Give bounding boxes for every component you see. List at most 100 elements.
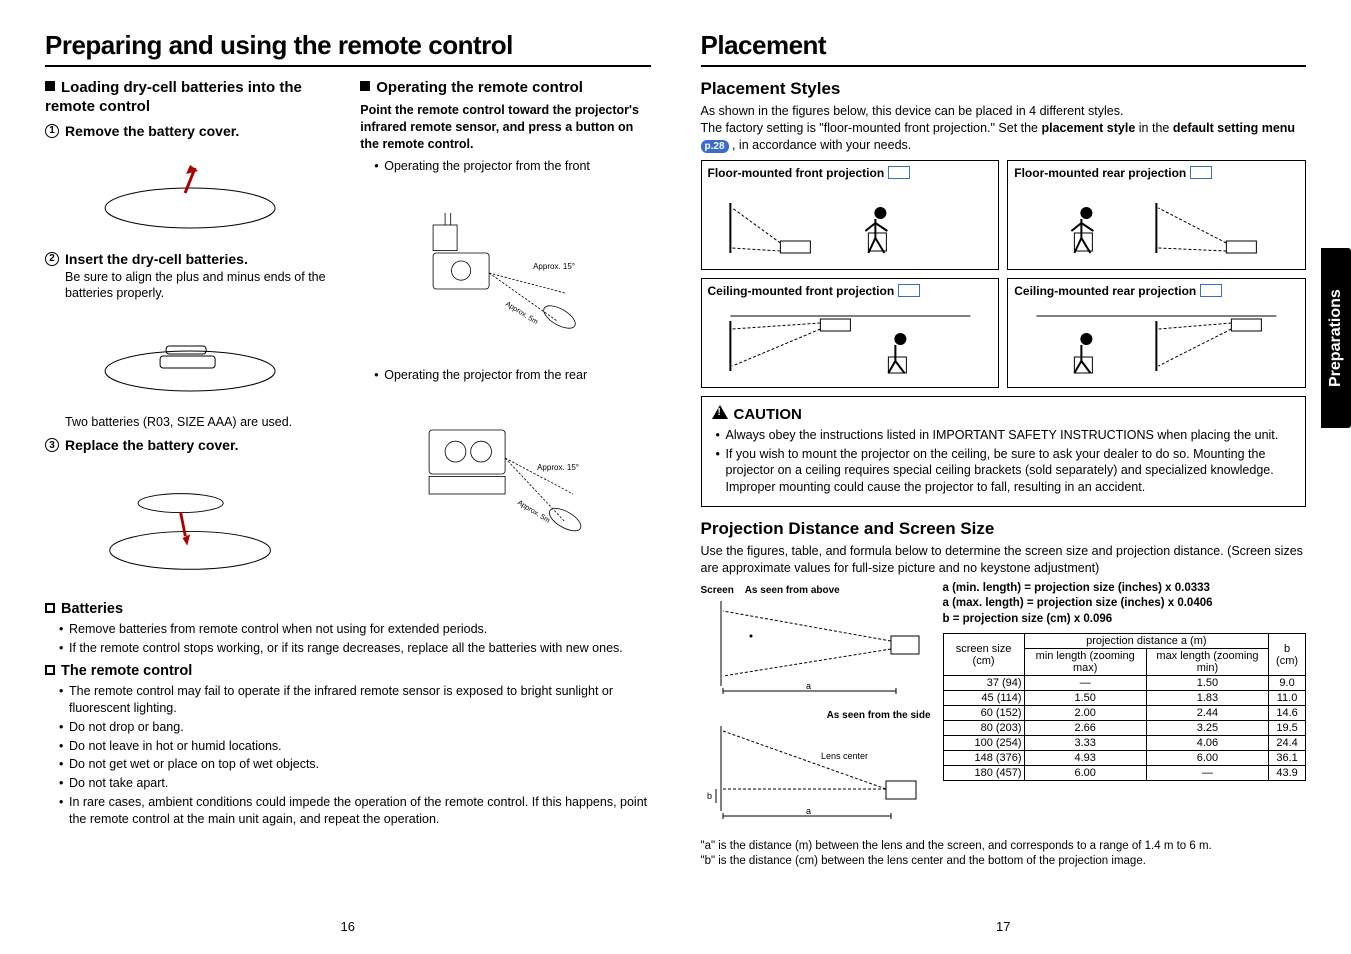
- th-b: b (cm): [1269, 634, 1306, 676]
- step-2-text: Insert the dry-cell batteries.: [65, 251, 248, 267]
- placement-title: Floor-mounted rear projection: [1014, 166, 1186, 180]
- list-item: If the remote control stops working, or …: [59, 640, 651, 657]
- operating-rear-bullet: Operating the projector from the rear: [374, 367, 650, 384]
- placement-styles-p1: As shown in the figures below, this devi…: [701, 103, 1307, 120]
- step-number-icon: 3: [45, 438, 59, 452]
- step-2-note2: Two batteries (R03, SIZE AAA) are used.: [65, 414, 335, 431]
- formula-line: a (max. length) = projection size (inche…: [943, 596, 1307, 612]
- text-fragment: The factory setting is "floor-mounted fr…: [701, 121, 1042, 135]
- projection-table-wrap: a (min. length) = projection size (inche…: [943, 581, 1307, 782]
- th-min: min length (zooming max): [1024, 649, 1146, 676]
- table-header-row: screen size (cm) projection distance a (…: [943, 634, 1306, 649]
- list-item: If you wish to mount the projector on th…: [716, 446, 1296, 497]
- diag-above-label: As seen from above: [745, 585, 840, 596]
- placement-type-icon: [898, 284, 920, 297]
- left-column-a: Loading dry-cell batteries into the remo…: [45, 79, 335, 595]
- figure-insert-batteries: [45, 306, 335, 406]
- list-item: Do not drop or bang.: [59, 719, 651, 736]
- page-16: Preparing and using the remote control L…: [45, 30, 651, 929]
- formulas: a (min. length) = projection size (inche…: [943, 581, 1307, 628]
- list-item: Do not take apart.: [59, 775, 651, 792]
- placement-title: Ceiling-mounted rear projection: [1014, 284, 1196, 298]
- outline-square-icon: [45, 665, 55, 675]
- operating-front-bullet: Operating the projector from the front: [374, 158, 650, 175]
- step-3: 3Replace the battery cover.: [45, 437, 335, 453]
- caution-list: Always obey the instructions listed in I…: [716, 427, 1296, 497]
- approx-angle-label: Approx. 15°: [537, 463, 579, 472]
- table-row: 180 (457)6.00—43.9: [943, 766, 1306, 781]
- table-row: 100 (254)3.334.0624.4: [943, 736, 1306, 751]
- list-item: Always obey the instructions listed in I…: [716, 427, 1296, 444]
- approx-dist-label: Approx. 5m: [504, 299, 540, 326]
- text-fragment-bold: placement style: [1042, 121, 1136, 135]
- figure-replace-cover: [45, 457, 335, 587]
- svg-text:a: a: [806, 806, 811, 816]
- lens-center-label: Lens center: [821, 751, 868, 761]
- page-17: Preparations Placement Placement Styles …: [701, 30, 1307, 929]
- op-front-text: Operating the projector from the front: [374, 158, 650, 175]
- diagram-above: a: [701, 596, 931, 696]
- page-title-right: Placement: [701, 30, 1307, 67]
- placement-type-icon: [1200, 284, 1222, 297]
- step-1: 1 Remove the battery cover.: [45, 123, 335, 139]
- list-item: Do not get wet or place on top of wet ob…: [59, 756, 651, 773]
- figure-operate-rear: Approx. 15° Approx. 5m: [360, 388, 650, 568]
- page-title-left: Preparing and using the remote control: [45, 30, 651, 67]
- step-2: 2 Insert the dry-cell batteries.: [45, 251, 335, 267]
- page-ref-badge: p.28: [701, 140, 729, 153]
- caution-box: CAUTION Always obey the instructions lis…: [701, 396, 1307, 508]
- figure-operate-front: Approx. 15° Approx. 5m: [360, 179, 650, 359]
- formula-line: a (min. length) = projection size (inche…: [943, 581, 1307, 597]
- svg-text:b: b: [707, 791, 712, 801]
- loading-heading-text: Loading dry-cell batteries into the remo…: [45, 79, 302, 115]
- svg-text:a: a: [806, 681, 811, 691]
- warning-icon: [712, 405, 728, 419]
- text-fragment: , in accordance with your needs.: [729, 138, 912, 152]
- list-item: Remove batteries from remote control whe…: [59, 621, 651, 638]
- op-rear-text: Operating the projector from the rear: [374, 367, 650, 384]
- text-fragment: in the: [1135, 121, 1173, 135]
- step-number-icon: 1: [45, 124, 59, 138]
- placement-floor-front: Floor-mounted front projection: [701, 160, 1000, 270]
- footnote-b: "b" is the distance (cm) between the len…: [701, 854, 1307, 870]
- step-number-icon: 2: [45, 252, 59, 266]
- loading-heading: Loading dry-cell batteries into the remo…: [45, 79, 335, 117]
- table-row: 60 (152)2.002.4414.6: [943, 706, 1306, 721]
- diag-side-label: As seen from the side: [827, 710, 931, 721]
- table-row: 37 (94)—1.509.0: [943, 676, 1306, 691]
- placement-ceiling-rear: Ceiling-mounted rear projection: [1007, 278, 1306, 388]
- remote-list: The remote control may fail to operate i…: [59, 683, 651, 828]
- approx-angle-label: Approx. 15°: [533, 262, 575, 271]
- placement-ceiling-front: Ceiling-mounted front projection: [701, 278, 1000, 388]
- placement-styles-p2: The factory setting is "floor-mounted fr…: [701, 120, 1307, 154]
- operating-intro: Point the remote control toward the proj…: [360, 102, 650, 153]
- table-row: 45 (114)1.501.8311.0: [943, 691, 1306, 706]
- page-number-right: 17: [996, 919, 1010, 934]
- list-item: The remote control may fail to operate i…: [59, 683, 651, 717]
- page-number-left: 16: [341, 919, 355, 934]
- footnote-a: "a" is the distance (m) between the lens…: [701, 839, 1307, 855]
- placement-floor-rear: Floor-mounted rear projection: [1007, 160, 1306, 270]
- batteries-heading: Batteries: [45, 601, 651, 617]
- placement-type-icon: [1190, 166, 1212, 179]
- caution-title: CAUTION: [712, 405, 1296, 423]
- list-item: Do not leave in hot or humid locations.: [59, 738, 651, 755]
- placement-title: Floor-mounted front projection: [708, 166, 885, 180]
- distance-heading: Projection Distance and Screen Size: [701, 519, 1307, 539]
- diag-screen-label: Screen: [701, 585, 734, 596]
- caution-title-text: CAUTION: [734, 406, 802, 423]
- square-bullet-icon: [360, 81, 370, 91]
- figure-battery-cover-remove: [45, 143, 335, 243]
- placement-title: Ceiling-mounted front projection: [708, 284, 895, 298]
- operating-heading: Operating the remote control: [360, 79, 650, 98]
- step-1-text: Remove the battery cover.: [65, 123, 239, 139]
- left-column-b: Operating the remote control Point the r…: [360, 79, 650, 595]
- placement-type-icon: [888, 166, 910, 179]
- projection-diagrams: Screen As seen from above a As seen from…: [701, 581, 931, 831]
- square-bullet-icon: [45, 81, 55, 91]
- projection-table: screen size (cm) projection distance a (…: [943, 633, 1307, 781]
- remote-heading: The remote control: [45, 663, 651, 679]
- th-screen: screen size (cm): [943, 634, 1024, 676]
- formula-line: b = projection size (cm) x 0.096: [943, 612, 1307, 628]
- placement-styles-heading: Placement Styles: [701, 79, 1307, 99]
